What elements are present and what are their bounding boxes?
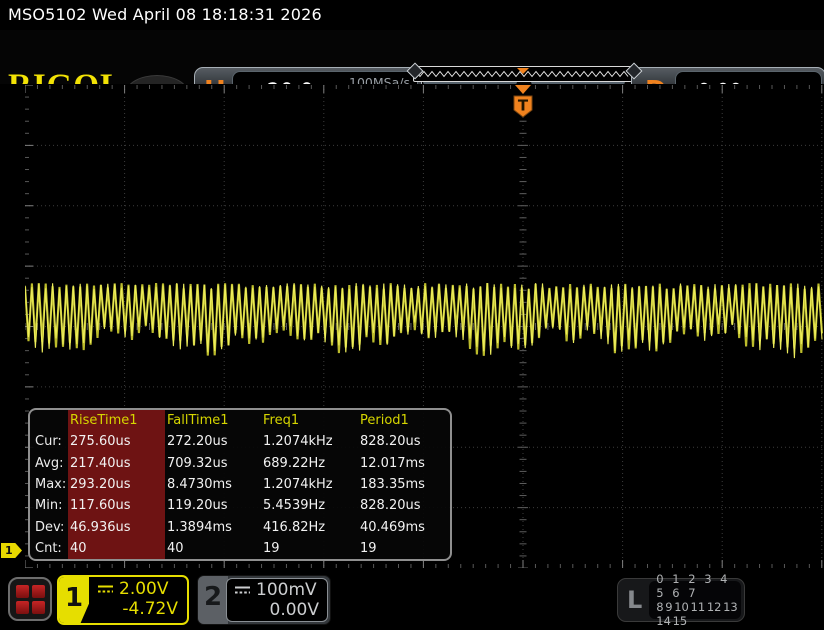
- logic-channels-row2: 8 9 10 11 12 13 14 15: [656, 600, 741, 628]
- red-tile: [16, 601, 29, 614]
- table-cell: 19: [261, 538, 358, 559]
- channel2-offset: 0.00V: [230, 600, 322, 620]
- table-cell: 709.32us: [165, 453, 261, 474]
- model-and-datetime: MSO5102 Wed April 08 18:18:31 2026: [8, 5, 322, 24]
- table-cell: 828.20us: [358, 431, 448, 452]
- table-row-label: Cur:: [30, 431, 68, 452]
- channel1-offset: -4.72V: [93, 599, 181, 619]
- trigger-top-arrow-icon: [515, 85, 531, 94]
- table-cell: 293.20us: [68, 474, 165, 495]
- table-header: Period1: [358, 410, 448, 431]
- table-row-label: Cnt:: [30, 538, 68, 559]
- dc-coupling-icon: [234, 585, 251, 595]
- trigger-marker-letter: T: [518, 97, 529, 115]
- dc-coupling-icon: [97, 584, 114, 594]
- red-tile: [32, 585, 45, 598]
- table-corner: [30, 410, 68, 431]
- windows-menu-icon[interactable]: [8, 577, 52, 621]
- table-cell: 117.60us: [68, 495, 165, 516]
- channel2-scale: 100mV: [256, 580, 317, 600]
- channel2-number: 2: [198, 582, 228, 612]
- red-tile: [16, 585, 29, 598]
- channel1-badge[interactable]: 1 2.00V -4.72V: [57, 575, 189, 625]
- channel1-number: 1: [59, 583, 89, 613]
- channel1-number-tab: 1: [59, 577, 89, 623]
- table-cell: 217.40us: [68, 453, 165, 474]
- table-cell: 1.3894ms: [165, 516, 261, 537]
- table-cell: 46.936us: [68, 516, 165, 537]
- waveform-position-graphic: [414, 67, 632, 79]
- channel1-scale: 2.00V: [119, 579, 168, 599]
- table-cell: 275.60us: [68, 431, 165, 452]
- logic-label: L: [627, 586, 642, 614]
- table-cell: 40: [68, 538, 165, 559]
- waveform-position-strip[interactable]: [413, 66, 635, 82]
- scope-display: T 1 RiseTime1FallTime1Freq1Period1Cur:27…: [0, 84, 824, 570]
- table-cell: 1.2074kHz: [261, 431, 358, 452]
- measurement-results-panel[interactable]: RiseTime1FallTime1Freq1Period1 Cur:275.60…: [28, 408, 452, 561]
- table-row-label: Avg:: [30, 453, 68, 474]
- table-row-label: Dev:: [30, 516, 68, 537]
- channel2-number-tab: 2: [198, 576, 228, 624]
- table-header: FallTime1: [165, 410, 261, 431]
- table-cell: 19: [358, 538, 448, 559]
- toolbar: RIGOL STOP H 20.0ms 100MSa/s 20Mpts Meas…: [0, 30, 824, 85]
- logic-channel-list: 0 1 2 3 4 5 6 7 8 9 10 11 12 13 14 15: [649, 581, 741, 619]
- table-cell: 119.20us: [165, 495, 261, 516]
- table-cell: 828.20us: [358, 495, 448, 516]
- title-bar: MSO5102 Wed April 08 18:18:31 2026: [0, 0, 824, 30]
- channel1-level-marker-label: 1: [5, 544, 13, 557]
- table-row-label: Max:: [30, 474, 68, 495]
- channel1-values: 2.00V -4.72V: [93, 577, 187, 619]
- table-header: RiseTime1: [68, 410, 165, 431]
- table-cell: 8.4730ms: [165, 474, 261, 495]
- logic-channels-badge[interactable]: L 0 1 2 3 4 5 6 7 8 9 10 11 12 13 14 15: [617, 578, 745, 622]
- table-cell: 40: [165, 538, 261, 559]
- table-cell: 1.2074kHz: [261, 474, 358, 495]
- channel1-level-marker[interactable]: 1: [1, 543, 22, 558]
- table-cell: 272.20us: [165, 431, 261, 452]
- table-row-label: Min:: [30, 495, 68, 516]
- table-cell: 689.22Hz: [261, 453, 358, 474]
- red-tile: [32, 601, 45, 614]
- table-cell: 5.4539Hz: [261, 495, 358, 516]
- table-cell: 12.017ms: [358, 453, 448, 474]
- table-cell: 183.35ms: [358, 474, 448, 495]
- table-header: Freq1: [261, 410, 358, 431]
- bottom-status-bar: 1 2.00V -4.72V 2 100mV: [0, 570, 824, 630]
- channel2-badge[interactable]: 2 100mV 0.00V: [197, 575, 331, 625]
- measurement-table: RiseTime1FallTime1Freq1Period1 Cur:275.60…: [30, 410, 450, 559]
- table-cell: 40.469ms: [358, 516, 448, 537]
- channel2-values: 100mV 0.00V: [226, 578, 328, 622]
- table-cell: 416.82Hz: [261, 516, 358, 537]
- logic-channels-row1: 0 1 2 3 4 5 6 7: [656, 572, 741, 600]
